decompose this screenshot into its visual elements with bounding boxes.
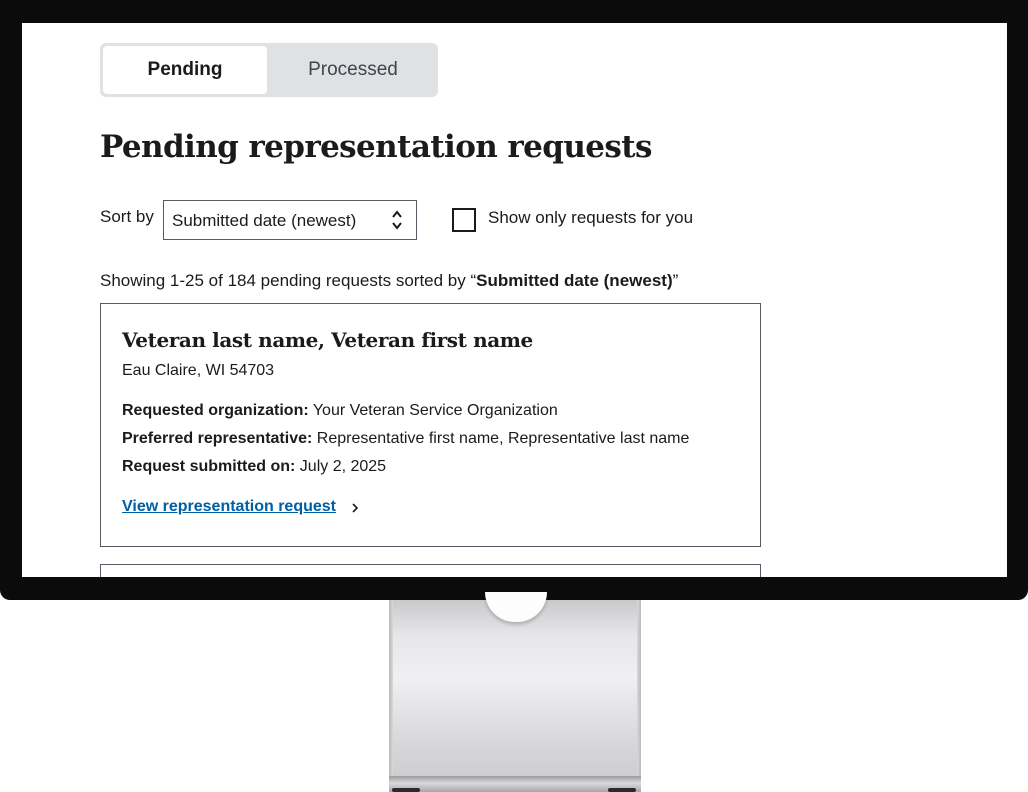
show-mine-checkbox[interactable] <box>452 208 476 232</box>
monitor-stand-base <box>389 776 641 792</box>
show-mine-label[interactable]: Show only requests for you <box>488 208 693 228</box>
sort-select-value: Submitted date (newest) <box>172 211 357 230</box>
monitor-screen: Pending Processed Pending representation… <box>22 23 1007 577</box>
page-title: Pending representation requests <box>100 129 652 165</box>
results-summary-suffix: ” <box>672 271 679 290</box>
request-submitted: Request submitted on: July 2, 2025 <box>122 458 386 476</box>
preferred-representative-value: Representative first name, Representativ… <box>316 430 690 447</box>
requested-organization-label: Requested organization: <box>122 402 309 419</box>
preferred-representative-label: Preferred representative: <box>122 430 313 447</box>
request-submitted-label: Request submitted on: <box>122 458 296 475</box>
tab-processed[interactable]: Processed <box>271 46 435 94</box>
preferred-representative: Preferred representative: Representative… <box>122 430 689 448</box>
request-card: Veteran last name, Veteran first name Ea… <box>100 303 761 547</box>
monitor-bezel: Pending Processed Pending representation… <box>0 0 1028 600</box>
request-card-next <box>100 564 761 577</box>
sort-label: Sort by <box>100 207 154 226</box>
results-summary-prefix: Showing 1-25 of 184 pending requests sor… <box>100 271 477 290</box>
request-submitted-value: July 2, 2025 <box>299 458 387 475</box>
results-summary-sort: Submitted date (newest) <box>476 271 673 290</box>
request-tabs: Pending Processed <box>100 43 438 97</box>
view-request-link[interactable]: View representation request <box>122 498 336 516</box>
monitor-stand <box>389 592 641 792</box>
stand-foot-left <box>392 788 420 792</box>
requested-organization: Requested organization: Your Veteran Ser… <box>122 402 558 420</box>
up-down-chevron-icon <box>392 210 402 230</box>
tab-pending[interactable]: Pending <box>103 46 267 94</box>
results-summary: Showing 1-25 of 184 pending requests sor… <box>100 271 678 291</box>
veteran-name: Veteran last name, Veteran first name <box>122 328 533 352</box>
veteran-location: Eau Claire, WI 54703 <box>122 362 275 379</box>
stand-foot-right <box>608 788 636 792</box>
chevron-right-icon <box>352 503 359 513</box>
stand-cutout <box>485 592 547 622</box>
requested-organization-value: Your Veteran Service Organization <box>312 402 558 419</box>
sort-select[interactable]: Submitted date (newest) <box>163 200 417 240</box>
